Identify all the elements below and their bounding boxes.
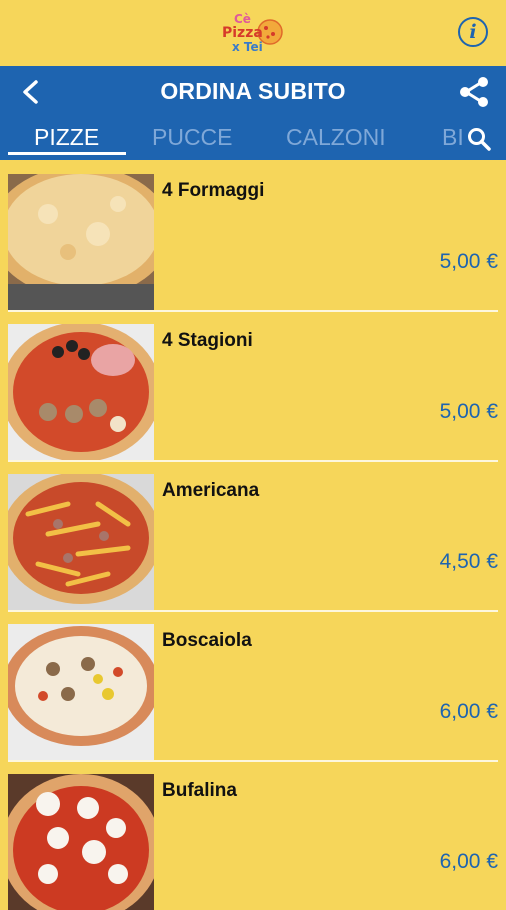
divider [8, 760, 498, 762]
item-price: 6,00 € [439, 850, 498, 873]
logo-text-line1: Cè [234, 12, 251, 26]
list-item[interactable]: Americana 4,50 € [0, 460, 506, 610]
search-icon[interactable] [466, 126, 492, 152]
item-price: 5,00 € [439, 400, 498, 423]
tab-bi[interactable]: BI [442, 124, 464, 151]
pizza-thumbnail [8, 474, 154, 610]
list-item[interactable]: Bufalina 6,00 € [0, 760, 506, 910]
item-price: 6,00 € [439, 700, 498, 723]
pizza-thumbnail [8, 774, 154, 910]
info-icon[interactable]: i [458, 17, 488, 47]
item-name: 4 Formaggi [162, 180, 265, 201]
app-logo: Cè Pizza x Tei [218, 12, 288, 56]
logo-text-line2: Pizza [222, 25, 263, 41]
tab-pizze[interactable]: PIZZE [34, 124, 99, 151]
list-item[interactable]: 4 Stagioni 5,00 € [0, 310, 506, 460]
item-price: 5,00 € [439, 250, 498, 273]
tab-pucce[interactable]: PUCCE [152, 124, 233, 151]
item-name: Bufalina [162, 780, 237, 801]
logo-text-line3: x Tei [232, 40, 263, 54]
active-tab-indicator [8, 152, 126, 155]
divider [8, 310, 498, 312]
item-name: Boscaiola [162, 630, 252, 651]
pizza-thumbnail [8, 174, 154, 310]
pizza-thumbnail [8, 624, 154, 760]
divider [8, 610, 498, 612]
product-list: 4 Formaggi 5,00 € 4 Stagioni 5,00 € Amer… [0, 160, 506, 910]
divider [8, 460, 498, 462]
page-title: ORDINA SUBITO [160, 78, 346, 104]
item-name: Americana [162, 480, 260, 501]
pizza-thumbnail [8, 324, 154, 460]
item-price: 4,50 € [439, 550, 498, 573]
nav-bar: ORDINA SUBITO PIZZE PUCCE CALZONI BI [0, 66, 506, 160]
top-bar: Cè Pizza x Tei i [0, 0, 506, 66]
list-item[interactable]: Boscaiola 6,00 € [0, 610, 506, 760]
category-tabs: PIZZE PUCCE CALZONI BI [0, 116, 506, 160]
item-name: 4 Stagioni [162, 330, 253, 351]
share-icon[interactable] [456, 74, 492, 110]
list-item[interactable]: 4 Formaggi 5,00 € [0, 160, 506, 310]
tab-calzoni[interactable]: CALZONI [286, 124, 386, 151]
